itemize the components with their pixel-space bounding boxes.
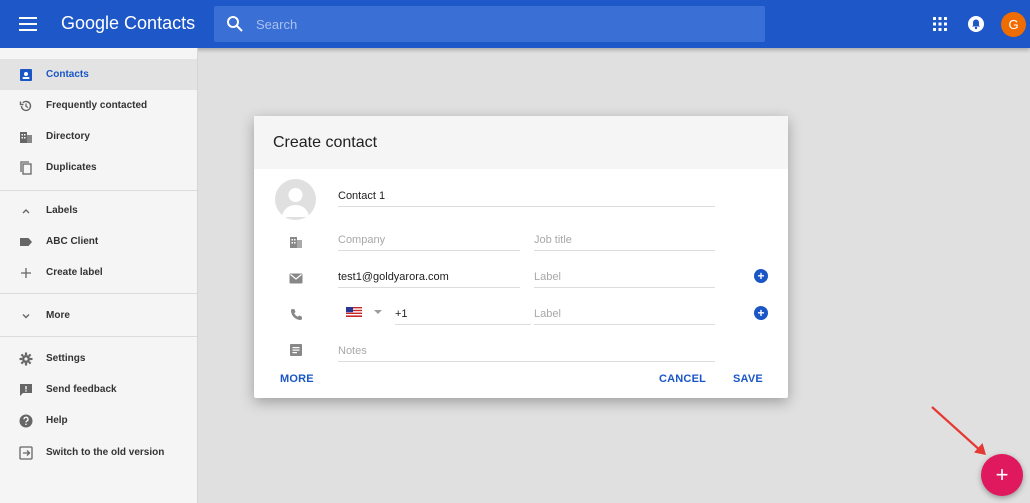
- phone-field[interactable]: [395, 303, 531, 324]
- directory-icon: [18, 129, 34, 145]
- sidebar-item-label: ABC Client: [46, 236, 99, 247]
- sidebar-item-label: Frequently contacted: [46, 100, 148, 111]
- annotation-arrow-icon: [931, 406, 986, 455]
- create-contact-fab[interactable]: +: [981, 454, 1023, 496]
- label-icon: [18, 234, 34, 250]
- save-button[interactable]: SAVE: [733, 373, 763, 385]
- sidebar-item-label: Create label: [46, 267, 103, 278]
- account-avatar[interactable]: G: [1001, 12, 1026, 37]
- sidebar-item-duplicates[interactable]: Duplicates: [0, 152, 197, 183]
- email-icon: [288, 270, 304, 286]
- create-contact-dialog: Create contact + +: [254, 116, 788, 398]
- phone-field-wrapper: [395, 303, 531, 325]
- gear-icon: [18, 351, 34, 367]
- chevron-up-icon: [18, 203, 34, 219]
- email-label-field[interactable]: [534, 266, 715, 287]
- sidebar-divider: [0, 190, 197, 191]
- top-app-bar: Google Contacts G: [0, 0, 1030, 48]
- sidebar-item-more[interactable]: More: [0, 300, 197, 331]
- sidebar-item-create-label[interactable]: Create label: [0, 257, 197, 288]
- sidebar-item-label: Help: [46, 415, 68, 426]
- cancel-button[interactable]: CANCEL: [659, 373, 706, 385]
- notes-field[interactable]: [338, 340, 715, 361]
- name-field-wrapper: [338, 185, 715, 207]
- contacts-icon: [18, 67, 34, 83]
- sidebar-item-label: Directory: [46, 131, 90, 142]
- sidebar-item-abc-client[interactable]: ABC Client: [0, 226, 197, 257]
- apps-grid-icon[interactable]: [930, 14, 950, 34]
- exit-icon: [18, 445, 34, 461]
- email-field[interactable]: [338, 266, 520, 287]
- sidebar-item-label: More: [46, 310, 70, 321]
- sidebar-item-label: Settings: [46, 353, 86, 364]
- phone-label-field-wrapper: [534, 303, 715, 325]
- app-title[interactable]: Google Contacts: [61, 13, 195, 34]
- sidebar: Contacts Frequently contacted Directory …: [0, 48, 198, 503]
- name-field[interactable]: [338, 185, 715, 206]
- plus-icon: [18, 265, 34, 281]
- dialog-title: Create contact: [273, 134, 378, 151]
- sidebar-item-directory[interactable]: Directory: [0, 121, 197, 152]
- sidebar-divider: [0, 336, 197, 337]
- sidebar-item-send-feedback[interactable]: Send feedback: [0, 374, 197, 405]
- sidebar-item-label: Labels: [46, 205, 78, 216]
- sidebar-item-contacts[interactable]: Contacts: [0, 59, 197, 90]
- search-icon[interactable]: [226, 15, 244, 33]
- job-title-field[interactable]: [534, 229, 715, 250]
- help-icon: [18, 413, 34, 429]
- sidebar-item-frequently-contacted[interactable]: Frequently contacted: [0, 90, 197, 121]
- dialog-header: Create contact: [254, 116, 788, 169]
- notes-icon: [288, 342, 304, 358]
- sidebar-item-label: Duplicates: [46, 162, 97, 173]
- email-field-wrapper: [338, 266, 520, 288]
- search-input[interactable]: [256, 6, 756, 42]
- menu-icon[interactable]: [16, 12, 40, 36]
- job-title-field-wrapper: [534, 229, 715, 251]
- history-icon: [18, 98, 34, 114]
- contact-photo-placeholder[interactable]: [275, 179, 316, 220]
- more-button[interactable]: MORE: [280, 373, 314, 385]
- us-flag-icon[interactable]: [346, 307, 362, 317]
- duplicates-icon: [18, 160, 34, 176]
- company-field-wrapper: [338, 229, 520, 251]
- company-icon: [288, 234, 304, 250]
- country-dropdown-caret-icon[interactable]: [374, 310, 382, 314]
- sidebar-item-help[interactable]: Help: [0, 405, 197, 436]
- notifications-bell-icon[interactable]: [966, 14, 986, 34]
- phone-icon: [288, 306, 304, 322]
- feedback-icon: [18, 382, 34, 398]
- add-phone-button[interactable]: +: [754, 306, 768, 320]
- add-email-button[interactable]: +: [754, 269, 768, 283]
- sidebar-item-label: Switch to the old version: [46, 447, 165, 458]
- company-field[interactable]: [338, 229, 520, 250]
- sidebar-item-labels[interactable]: Labels: [0, 195, 197, 226]
- search-bar[interactable]: [214, 6, 765, 42]
- sidebar-item-label: Contacts: [46, 69, 89, 80]
- notes-field-wrapper: [338, 340, 715, 362]
- email-label-field-wrapper: [534, 266, 715, 288]
- sidebar-item-label: Send feedback: [46, 384, 117, 395]
- sidebar-item-settings[interactable]: Settings: [0, 343, 197, 374]
- sidebar-divider: [0, 293, 197, 294]
- sidebar-item-switch-old-version[interactable]: Switch to the old version: [0, 437, 197, 468]
- chevron-down-icon: [18, 308, 34, 324]
- phone-label-field[interactable]: [534, 303, 715, 324]
